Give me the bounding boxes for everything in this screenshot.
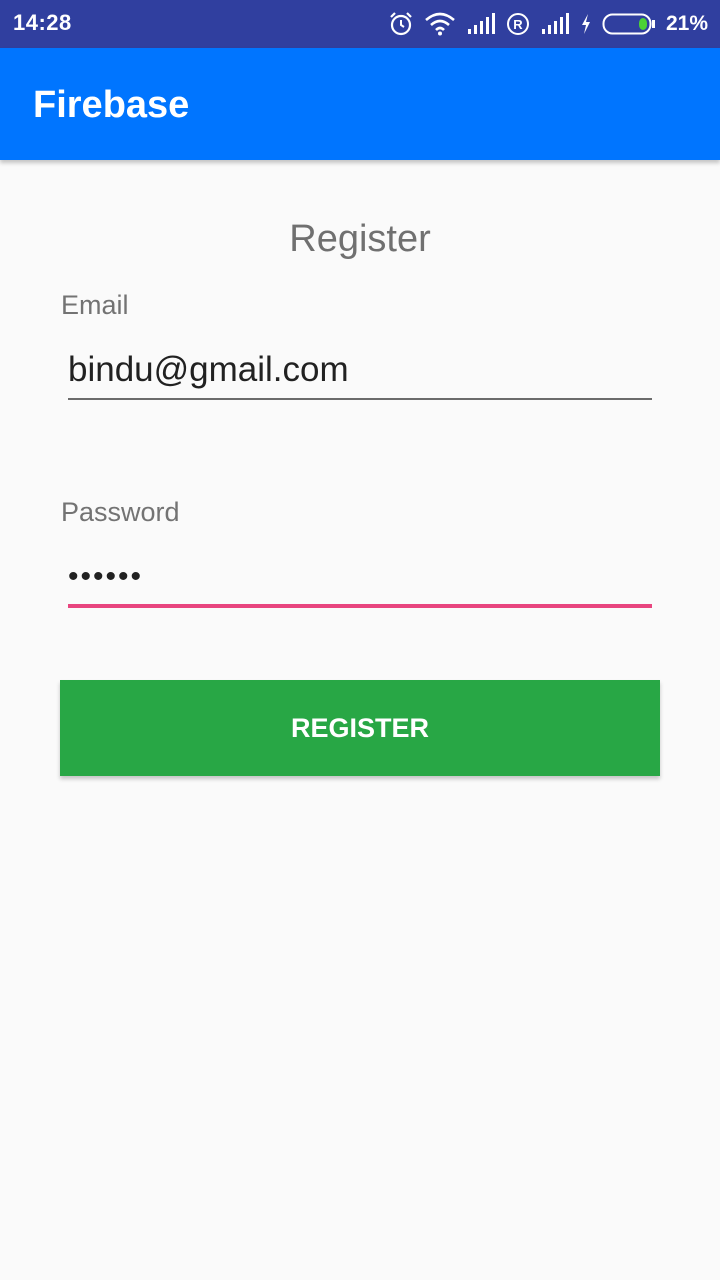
battery-percent: 21% <box>665 12 708 35</box>
app-title: Firebase <box>33 84 190 126</box>
battery-icon <box>602 12 656 36</box>
signal-icon <box>540 13 570 35</box>
roaming-icon: R <box>506 12 530 36</box>
svg-text:R: R <box>513 17 523 32</box>
alarm-icon <box>388 11 414 37</box>
charging-icon <box>580 13 592 35</box>
status-icons: R 21% <box>388 9 708 39</box>
email-field[interactable] <box>68 342 652 400</box>
signal-icon <box>466 13 496 35</box>
password-field[interactable] <box>68 550 652 608</box>
wifi-icon <box>424 12 456 36</box>
status-time: 14:28 <box>13 10 72 35</box>
app-bar: Firebase <box>0 48 720 160</box>
email-label: Email <box>61 290 129 320</box>
register-button[interactable]: REGISTER <box>60 680 660 776</box>
page-title: Register <box>289 218 431 260</box>
status-bar: 14:28 R 21% <box>0 0 720 48</box>
password-label: Password <box>61 497 180 527</box>
